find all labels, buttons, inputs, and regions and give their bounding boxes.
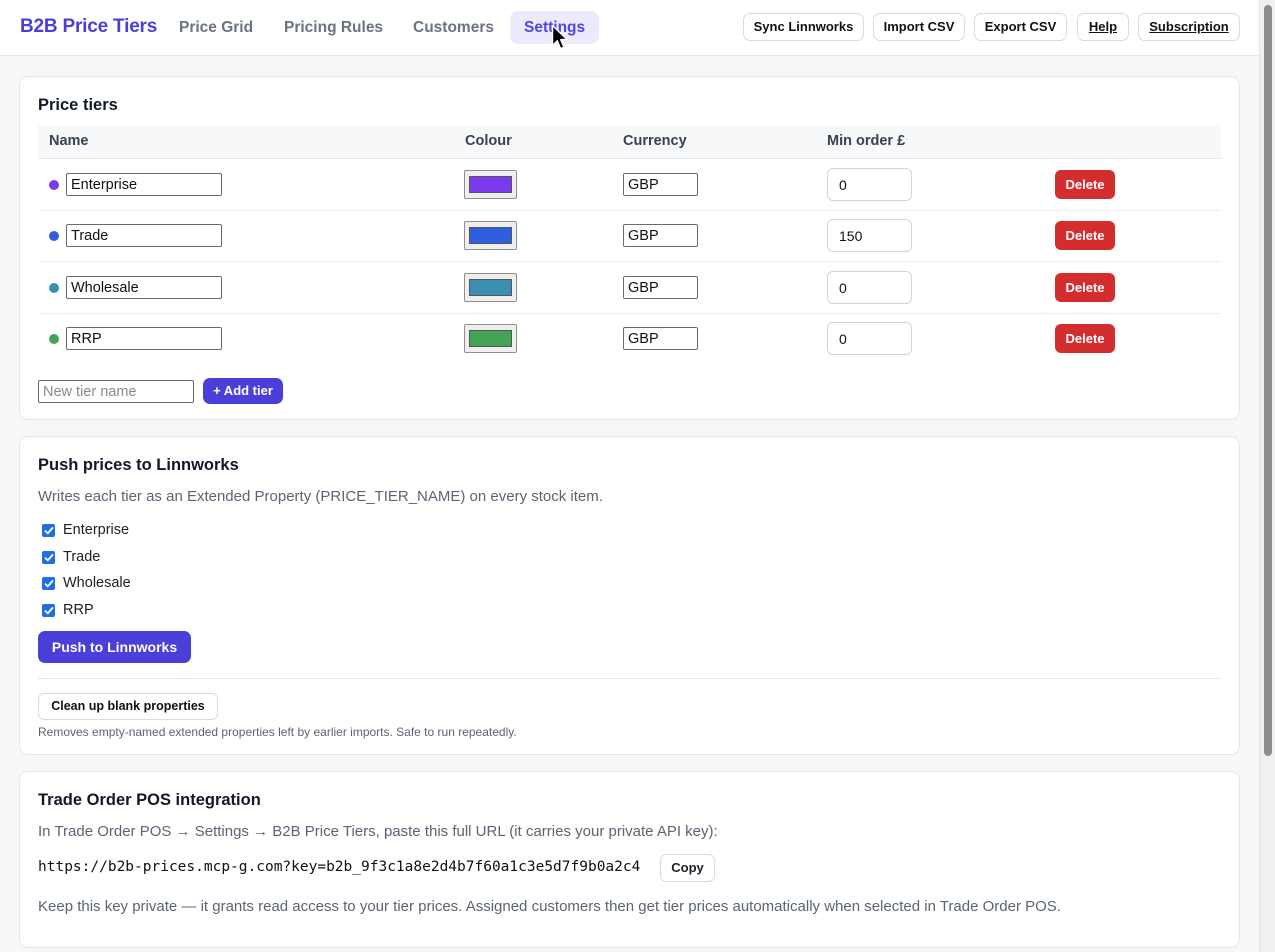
tier-color-dot (49, 283, 59, 293)
delete-tier-button[interactable]: Delete (1055, 170, 1115, 199)
table-row: Delete (38, 262, 1221, 314)
column-header-currency: Currency (623, 133, 687, 149)
pos-integration-card: Trade Order POS integration In Trade Ord… (19, 771, 1240, 948)
tier-color-dot (49, 180, 59, 190)
tier-currency-input[interactable] (623, 173, 698, 196)
section-divider (38, 678, 1221, 679)
tier-colour-swatch (469, 176, 512, 193)
push-heading: Push prices to Linnworks (38, 456, 239, 474)
help-link[interactable]: Help (1077, 13, 1129, 41)
checkbox-checked-icon[interactable] (42, 577, 55, 590)
pos-key-note: Keep this key private — it grants read a… (38, 898, 1061, 915)
tier-color-dot (49, 231, 59, 241)
price-tiers-card: Price tiers Name Colour Currency Min ord… (19, 76, 1240, 420)
top-navigation-bar: B2B Price Tiers Price Grid Pricing Rules… (0, 0, 1259, 56)
subscription-link-label: Subscription (1149, 19, 1229, 34)
checkbox-label: Enterprise (63, 522, 130, 538)
checkbox-label: RRP (63, 602, 94, 618)
tab-customers[interactable]: Customers (399, 11, 508, 44)
push-description: Writes each tier as an Extended Property… (38, 488, 603, 505)
tier-currency-input[interactable] (623, 327, 698, 350)
checkbox-checked-icon[interactable] (42, 524, 55, 537)
tier-min-order-input[interactable] (827, 168, 912, 201)
app-title[interactable]: B2B Price Tiers (20, 16, 157, 38)
tier-currency-input[interactable] (623, 276, 698, 299)
tiers-table-header: Name Colour Currency Min order £ (38, 125, 1221, 159)
checkbox-checked-icon[interactable] (42, 551, 55, 564)
tier-min-order-input[interactable] (827, 219, 912, 252)
pos-instructions: In Trade Order POS → Settings → B2B Pric… (38, 823, 718, 840)
tier-colour-picker[interactable] (464, 273, 517, 302)
new-tier-name-input[interactable] (38, 380, 194, 403)
checkbox-label: Wholesale (63, 575, 131, 591)
tier-colour-picker[interactable] (464, 221, 517, 250)
sync-linnworks-button[interactable]: Sync Linnworks (743, 13, 864, 41)
add-tier-button[interactable]: + Add tier (203, 378, 283, 404)
tier-name-input[interactable] (66, 224, 222, 247)
page-scrollbar[interactable] (1259, 0, 1275, 952)
push-to-linnworks-card: Push prices to Linnworks Writes each tie… (19, 436, 1240, 755)
table-row: Delete (38, 313, 1221, 364)
column-header-colour: Colour (465, 133, 512, 149)
tier-currency-input[interactable] (623, 224, 698, 247)
tab-price-grid[interactable]: Price Grid (165, 11, 267, 44)
subscription-link[interactable]: Subscription (1138, 13, 1240, 41)
price-tiers-heading: Price tiers (38, 96, 118, 114)
copy-url-button[interactable]: Copy (660, 854, 715, 882)
tier-colour-swatch (469, 279, 512, 296)
mouse-cursor-icon (551, 24, 568, 50)
tier-colour-swatch (469, 227, 512, 244)
tier-name-input[interactable] (66, 276, 222, 299)
pos-heading: Trade Order POS integration (38, 791, 261, 809)
help-link-label: Help (1088, 19, 1118, 34)
delete-tier-button[interactable]: Delete (1055, 221, 1115, 250)
tier-colour-swatch (469, 330, 512, 347)
tier-min-order-input[interactable] (827, 322, 912, 355)
table-row: Delete (38, 159, 1221, 211)
delete-tier-button[interactable]: Delete (1055, 273, 1115, 302)
clean-up-blank-properties-button[interactable]: Clean up blank properties (38, 693, 218, 720)
column-header-name: Name (49, 133, 89, 149)
tier-name-input[interactable] (66, 173, 222, 196)
checkbox-label: Trade (63, 549, 101, 565)
table-row: Delete (38, 210, 1221, 262)
scrollbar-thumb[interactable] (1264, 5, 1272, 756)
tier-name-input[interactable] (66, 327, 222, 350)
tier-min-order-input[interactable] (827, 271, 912, 304)
tab-pricing-rules[interactable]: Pricing Rules (270, 11, 397, 44)
tier-colour-picker[interactable] (464, 170, 517, 199)
tier-colour-picker[interactable] (464, 324, 517, 353)
tier-color-dot (49, 334, 59, 344)
pos-api-url[interactable]: https://b2b-prices.mcp-g.com?key=b2b_9f3… (38, 859, 640, 875)
export-csv-button[interactable]: Export CSV (974, 13, 1067, 41)
push-to-linnworks-button[interactable]: Push to Linnworks (38, 631, 191, 663)
column-header-min-order: Min order £ (827, 133, 906, 149)
cleanup-note: Removes empty-named extended properties … (38, 725, 517, 739)
checkbox-checked-icon[interactable] (42, 604, 55, 617)
delete-tier-button[interactable]: Delete (1055, 324, 1115, 353)
import-csv-button[interactable]: Import CSV (873, 13, 965, 41)
